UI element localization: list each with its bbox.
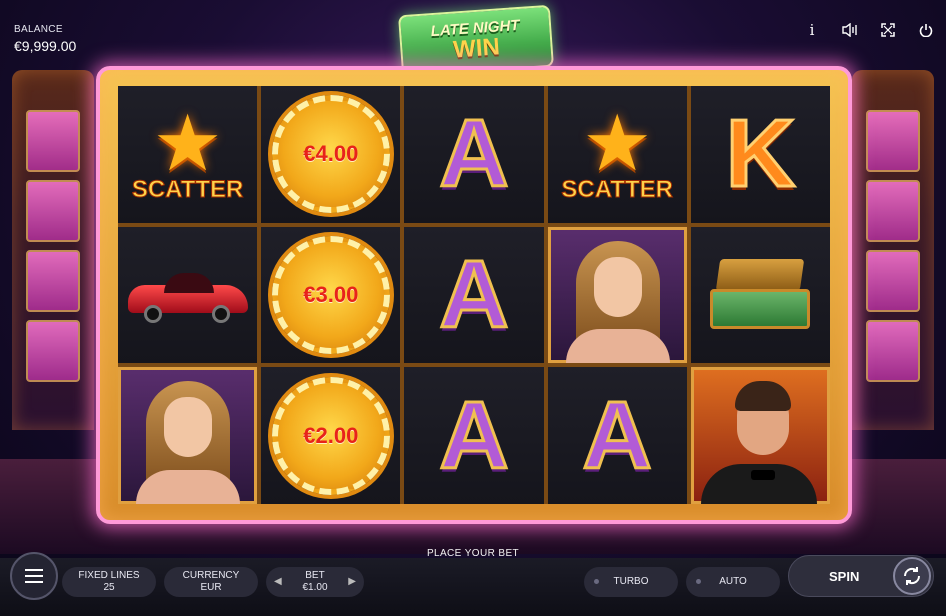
scatter-symbol: ★ SCATTER (561, 99, 674, 204)
fixed-lines-label: FIXED LINES (78, 570, 140, 581)
bet-display: BET €1.00 (302, 570, 327, 594)
toggle-indicator (696, 579, 701, 584)
reel-cell-scatter: ★ SCATTER (547, 86, 687, 223)
bet-label: BET (305, 570, 325, 581)
reel-cell-letter-a: A (404, 367, 544, 504)
reel-cell-man (690, 367, 830, 504)
top-toolbar: i (804, 21, 934, 39)
pillar-window (26, 250, 80, 312)
letter-a-symbol: A (581, 381, 653, 489)
currency-value: EUR (200, 582, 222, 593)
currency-display[interactable]: CURRENCY EUR (164, 567, 258, 597)
turbo-toggle[interactable]: TURBO (584, 567, 678, 597)
star-icon: ★ (582, 99, 653, 188)
reel-cell-car (118, 226, 258, 364)
chip-value: €4.00 (303, 141, 359, 167)
bet-increase-button[interactable]: ▶ (348, 576, 356, 588)
pillar-window (866, 110, 920, 172)
background-pillar-right (852, 70, 934, 430)
chip-symbol: €4.00 (271, 95, 390, 214)
toggle-indicator (594, 579, 599, 584)
reel-cell-letter-a: A (404, 86, 544, 223)
man-symbol (691, 367, 830, 504)
spin-label: SPIN (829, 569, 860, 584)
letter-a-symbol: A (438, 100, 510, 208)
reel-cell-chip: €2.00 (261, 367, 401, 504)
letter-k-symbol: K (724, 100, 796, 208)
currency-label: CURRENCY (182, 570, 240, 581)
reel-cell-letter-a: A (547, 367, 687, 504)
woman-symbol (118, 367, 257, 504)
scatter-symbol: ★ SCATTER (131, 99, 244, 204)
pillar-window (866, 180, 920, 242)
fixed-lines-display: FIXED LINES 25 (62, 567, 156, 597)
chip-symbol: €3.00 (271, 235, 390, 354)
pillar-window (866, 250, 920, 312)
bet-selector: ◀ BET €1.00 ▶ (266, 567, 364, 597)
hamburger-icon (25, 569, 43, 583)
pillar-window (26, 320, 80, 382)
spin-icon[interactable] (893, 557, 931, 595)
fullscreen-icon[interactable] (880, 22, 896, 38)
reel-cell-woman (118, 367, 258, 504)
sports-car-symbol (127, 267, 248, 323)
sound-icon[interactable] (842, 22, 858, 38)
letter-a-symbol: A (438, 240, 510, 348)
star-icon: ★ (152, 99, 223, 188)
balance-value: €9,999.00 (14, 38, 77, 54)
woman-symbol (548, 227, 687, 364)
fixed-lines-value: 25 (103, 582, 115, 593)
background-pillar-left (12, 70, 94, 430)
reel-cell-scatter: ★ SCATTER (118, 86, 258, 223)
scatter-label: SCATTER (131, 176, 244, 204)
info-icon[interactable]: i (804, 21, 820, 39)
chip-value: €2.00 (303, 422, 359, 448)
power-icon[interactable] (918, 22, 934, 38)
chip-value: €3.00 (303, 281, 359, 307)
pillar-window (26, 180, 80, 242)
money-case-symbol (710, 258, 811, 331)
reel-cell-letter-a: A (404, 226, 544, 364)
reel-grid: ★ SCATTER €4.00 A ★ SCATTER K €3.00 A €2… (118, 86, 830, 504)
pillar-window (26, 110, 80, 172)
bet-decrease-button[interactable]: ◀ (274, 576, 282, 588)
reel-cell-money-case (690, 226, 830, 364)
auto-label: AUTO (719, 576, 747, 587)
reel-cell-woman (547, 226, 687, 364)
reel-cell-chip: €3.00 (261, 226, 401, 364)
chip-symbol: €2.00 (271, 376, 390, 495)
letter-a-symbol: A (438, 381, 510, 489)
turbo-label: TURBO (613, 576, 649, 587)
bet-value: €1.00 (302, 582, 328, 593)
auto-toggle[interactable]: AUTO (686, 567, 780, 597)
logo-line-2: WIN (452, 33, 501, 64)
pillar-window (866, 320, 920, 382)
reel-cell-chip: €4.00 (261, 86, 401, 223)
spin-button[interactable]: SPIN (788, 555, 934, 597)
menu-button[interactable] (10, 552, 58, 600)
reel-cell-letter-k: K (690, 86, 830, 223)
balance-label: BALANCE (14, 24, 63, 35)
scatter-label: SCATTER (561, 176, 674, 204)
